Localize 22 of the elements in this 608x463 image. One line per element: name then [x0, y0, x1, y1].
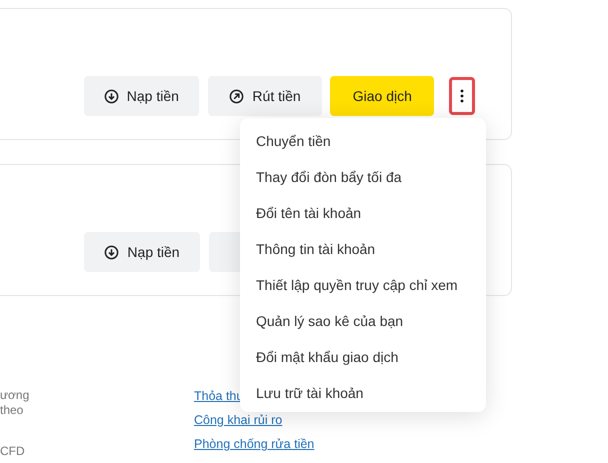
trade-button[interactable]: Giao dịch	[330, 76, 434, 116]
menu-item[interactable]: Thay đổi đòn bẩy tối đa	[240, 159, 486, 195]
withdraw-button[interactable]: Rút tiền	[208, 76, 322, 116]
deposit-button[interactable]: Nạp tiền	[84, 232, 200, 272]
arrow-up-right-circle-icon	[229, 88, 244, 104]
menu-item[interactable]: Lưu trữ tài khoản	[240, 375, 486, 411]
menu-item[interactable]: Thông tin tài khoản	[240, 231, 486, 267]
more-options-button[interactable]	[449, 77, 476, 115]
arrow-down-circle-icon	[104, 88, 119, 104]
menu-item[interactable]: Đổi tên tài khoản	[240, 195, 486, 231]
arrow-down-circle-icon	[104, 244, 120, 260]
footer-text: ương	[0, 388, 30, 403]
deposit-button[interactable]: Nạp tiền	[84, 76, 199, 116]
footer-text: CFD	[0, 444, 26, 459]
footer-text: theo	[0, 403, 24, 418]
menu-item[interactable]: Quản lý sao kê của bạn	[240, 303, 486, 339]
menu-item[interactable]: Đổi mật khẩu giao dịch	[240, 339, 486, 375]
menu-item[interactable]: Chuyển tiền	[240, 123, 486, 159]
menu-item[interactable]: Thiết lập quyền truy cập chỉ xem	[240, 267, 486, 303]
footer-link[interactable]: Phòng chống rửa tiền	[194, 436, 314, 452]
footer-link[interactable]: Công khai rủi ro	[194, 412, 314, 428]
vertical-dots-icon	[460, 89, 464, 103]
